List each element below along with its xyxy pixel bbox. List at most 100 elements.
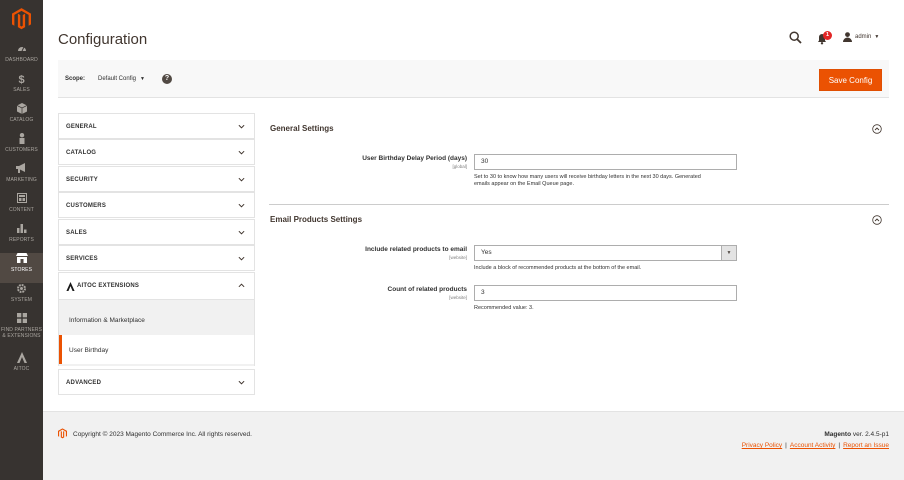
sidebar-item-label: DASHBOARD (5, 57, 38, 63)
tab-item-user-birthday[interactable]: User Birthday (59, 335, 254, 364)
delay-period-input[interactable]: 30 (474, 154, 737, 170)
aitoc-logo-icon (66, 282, 75, 291)
section-title-general-settings[interactable]: General Settings (270, 124, 334, 133)
sidebar-item-reports[interactable]: REPORTS (0, 223, 43, 253)
sidebar-item-find-partners[interactable]: FIND PARTNERS & EXTENSIONS (0, 313, 43, 351)
sidebar-item-label: CONTENT (9, 207, 34, 213)
chevron-up-icon (238, 283, 245, 288)
link-separator: | (838, 442, 841, 449)
select-value: Yes (481, 249, 492, 256)
include-related-select[interactable]: Yes ▼ (474, 245, 737, 261)
sidebar-item-label: CATALOG (9, 117, 34, 123)
report-issue-link[interactable]: Report an Issue (843, 442, 889, 449)
sidebar-item-stores[interactable]: STORES (0, 253, 43, 283)
tab-security[interactable]: SECURITY (58, 166, 255, 192)
field-scope: [website] (449, 295, 467, 300)
collapse-icon[interactable] (872, 215, 882, 225)
tab-title: GENERAL (66, 124, 97, 130)
chevron-down-icon (238, 177, 245, 182)
privacy-policy-link[interactable]: Privacy Policy (742, 442, 782, 449)
section-divider (269, 204, 889, 205)
aitoc-subitems: Information & Marketplace User Birthday (58, 300, 255, 366)
chevron-down-icon (238, 150, 245, 155)
page-title: Configuration (58, 31, 148, 48)
chevron-down-icon: ▼ (721, 246, 736, 260)
chevron-down-icon (238, 230, 245, 235)
user-menu[interactable]: admin ▼ (843, 32, 879, 42)
field-note: emails appear on the Email Queue page. (474, 181, 574, 187)
notification-count-badge: 1 (823, 31, 832, 40)
sidebar-item-marketing[interactable]: MARKETING (0, 163, 43, 193)
tab-title: AITOC EXTENSIONS (77, 283, 140, 289)
sidebar-item-label: AITOC (13, 366, 30, 372)
user-icon (843, 32, 852, 42)
copyright-text: Copyright © 2023 Magento Commerce Inc. A… (73, 431, 252, 438)
chevron-down-icon: ▼ (874, 34, 880, 40)
tab-title: CATALOG (66, 150, 97, 156)
tab-title: SERVICES (66, 256, 98, 262)
tab-sales[interactable]: SALES (58, 219, 255, 245)
megaphone-icon (0, 163, 43, 177)
sidebar-item-label: SALES (13, 87, 30, 93)
tab-title: SALES (66, 230, 88, 236)
tab-customers[interactable]: CUSTOMERS (58, 192, 255, 218)
scope-label: Scope: (65, 76, 86, 82)
sidebar-item-label: CUSTOMERS (5, 147, 38, 153)
field-scope: [global] (452, 164, 467, 169)
footer-links: Privacy Policy | Account Activity | Repo… (742, 442, 889, 449)
related-count-input[interactable]: 3 (474, 285, 737, 301)
scope-value: Default Config (98, 76, 137, 82)
link-separator: | (785, 442, 787, 449)
aitoc-icon (0, 352, 43, 366)
tab-aitoc-extensions[interactable]: AITOC EXTENSIONS (58, 272, 255, 300)
tab-catalog[interactable]: CATALOG (58, 139, 255, 165)
account-activity-link[interactable]: Account Activity (790, 442, 836, 449)
field-note: Recommended value: 3. (474, 305, 534, 311)
field-note: Include a block of recommended products … (474, 265, 642, 271)
sidebar-item-sales[interactable]: $ SALES (0, 73, 43, 103)
chevron-down-icon (238, 124, 245, 129)
store-icon (0, 253, 43, 267)
sidebar-item-label: MARKETING (6, 177, 37, 183)
scope-bar: Scope: Default Config ▼ ? Save Config (58, 60, 889, 98)
chevron-down-icon (238, 203, 245, 208)
magento-logo-icon[interactable] (12, 8, 31, 30)
magento-logo-icon (58, 428, 67, 439)
tab-advanced[interactable]: ADVANCED (58, 369, 255, 395)
tab-item-label: Information & Marketplace (69, 317, 145, 324)
sidebar-item-system[interactable]: SYSTEM (0, 283, 43, 313)
admin-sidebar: DASHBOARD $ SALES CATALOG CUSTOMERS MARK… (0, 0, 43, 480)
sidebar-item-customers[interactable]: CUSTOMERS (0, 133, 43, 163)
scope-switcher[interactable]: Default Config ▼ (98, 76, 145, 82)
sidebar-item-dashboard[interactable]: DASHBOARD (0, 43, 43, 73)
sidebar-item-content[interactable]: CONTENT (0, 193, 43, 223)
cube-icon (0, 103, 43, 117)
chevron-down-icon (238, 256, 245, 261)
sidebar-item-label: REPORTS (9, 237, 34, 243)
sidebar-item-label: STORES (10, 267, 33, 273)
field-label: Count of related products (387, 286, 467, 293)
collapse-icon[interactable] (872, 124, 882, 134)
section-title-email-products-settings[interactable]: Email Products Settings (270, 215, 362, 224)
brand-name: Magento (824, 431, 852, 438)
sidebar-item-aitoc[interactable]: AITOC (0, 352, 43, 382)
save-config-button[interactable]: Save Config (819, 69, 882, 91)
layout-icon (0, 193, 43, 207)
gear-icon (0, 283, 43, 297)
sidebar-item-catalog[interactable]: CATALOG (0, 103, 43, 133)
help-icon[interactable]: ? (162, 74, 172, 84)
field-label: User Birthday Delay Period (days) (362, 155, 467, 162)
field-scope: [website] (449, 255, 467, 260)
search-icon[interactable] (789, 31, 802, 44)
version-text: Magento ver. 2.4.5-p1 (824, 431, 889, 438)
blocks-icon (0, 313, 43, 327)
chevron-down-icon (238, 380, 245, 385)
dashboard-icon (0, 43, 43, 57)
sidebar-item-label: SYSTEM (10, 297, 33, 303)
user-name: admin (855, 34, 872, 40)
tab-item-information-marketplace[interactable]: Information & Marketplace (59, 307, 254, 333)
tab-title: ADVANCED (66, 380, 102, 386)
field-label: Include related products to email (365, 246, 467, 253)
tab-services[interactable]: SERVICES (58, 245, 255, 271)
tab-general[interactable]: GENERAL (58, 113, 255, 139)
